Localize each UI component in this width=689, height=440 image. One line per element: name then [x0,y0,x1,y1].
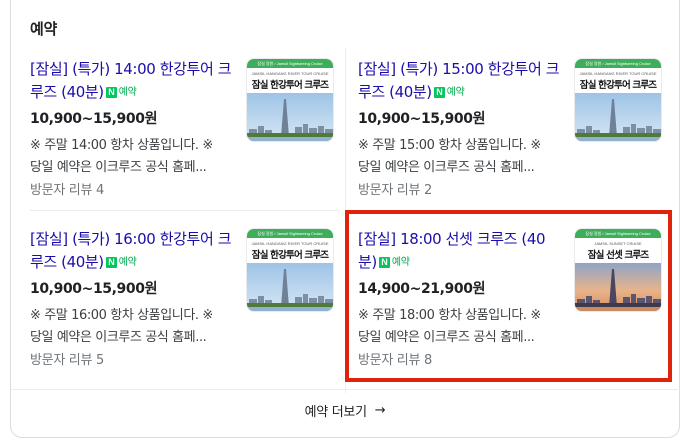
card-title-link[interactable]: [잠실] 18:00 선셋 크루즈 (40분) N 예약 [358,228,563,274]
naver-n-icon: N [105,87,117,98]
booking-card[interactable]: [잠실] (특가) 15:00 한강투어 크루즈 (40분) N 예약 10,900… [358,58,676,230]
booking-card[interactable]: [잠실] 18:00 선셋 크루즈 (40분) N 예약 14,900~21,900… [358,228,676,400]
naver-booking-badge: N 예약 [433,81,465,104]
card-thumbnail[interactable]: 잠실 정원 / Jamsil Sightseeing Cruise JAMSIL… [246,58,334,142]
card-review-count: 방문자 리뷰 5 [30,353,104,368]
more-bookings-label: 예약 더보기 [304,404,367,420]
card-price: 10,900~15,900원 [30,111,158,127]
naver-booking-badge: N 예약 [378,251,410,274]
section-title: 예약 [30,20,58,38]
card-review-count: 방문자 리뷰 8 [358,353,432,368]
naver-n-icon: N [105,257,117,268]
card-price: 14,900~21,900원 [358,281,486,297]
naver-n-icon: N [378,257,390,268]
card-review-count: 방문자 리뷰 2 [358,183,432,198]
arrow-right-icon: → [374,402,386,418]
card-thumbnail[interactable]: 잠실 정원 / Jamsil Sightseeing Cruise JAMSIL… [246,228,334,312]
card-title-link[interactable]: [잠실] (특가) 14:00 한강투어 크루즈 (40분) N 예약 [30,58,235,104]
card-title-link[interactable]: [잠실] (특가) 15:00 한강투어 크루즈 (40분) N 예약 [358,58,563,104]
card-price: 10,900~15,900원 [30,281,158,297]
card-description: ※ 주말 18:00 항차 상품입니다. ※ 당일 예약은 이크루즈 공식 홈페.… [358,308,541,345]
card-thumbnail[interactable]: 잠실 정원 / Jamsil Sightseeing Cruise JAMSIL… [574,58,662,142]
naver-booking-badge: N 예약 [105,251,137,274]
card-thumbnail[interactable]: 잠실 정원 / Jamsil Sightseeing Cruise JAMSIL… [574,228,662,312]
naver-booking-badge: N 예약 [105,81,137,104]
card-review-count: 방문자 리뷰 4 [30,183,104,198]
booking-card[interactable]: [잠실] (특가) 14:00 한강투어 크루즈 (40분) N 예약 10,900… [30,58,348,230]
card-price: 10,900~15,900원 [358,111,486,127]
card-description: ※ 주말 15:00 항차 상품입니다. ※ 당일 예약은 이크루즈 공식 홈페.… [358,138,541,175]
day-skyline-image [247,93,333,141]
sunset-skyline-image [575,263,661,311]
day-skyline-image [575,93,661,141]
more-bookings-button[interactable]: 예약 더보기 → [10,390,680,430]
naver-n-icon: N [433,87,445,98]
card-description: ※ 주말 14:00 항차 상품입니다. ※ 당일 예약은 이크루즈 공식 홈페.… [30,138,213,175]
card-title-link[interactable]: [잠실] (특가) 16:00 한강투어 크루즈 (40분) N 예약 [30,228,235,274]
day-skyline-image [247,263,333,311]
booking-card[interactable]: [잠실] (특가) 16:00 한강투어 크루즈 (40분) N 예약 10,900… [30,228,348,400]
card-description: ※ 주말 16:00 항차 상품입니다. ※ 당일 예약은 이크루즈 공식 홈페.… [30,308,213,345]
